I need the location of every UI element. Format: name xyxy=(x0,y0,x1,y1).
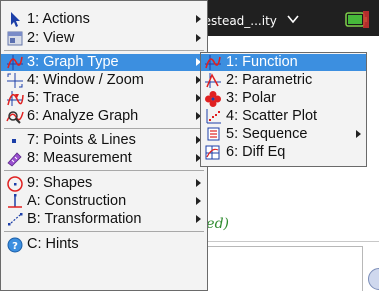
menu-item-label: A: Construction xyxy=(27,193,127,209)
menu-item-label: 9: Shapes xyxy=(27,175,93,191)
cursor-icon xyxy=(11,12,20,27)
menu-item-measurement[interactable]: 8: Measurement xyxy=(1,150,207,167)
menu-item-analyze-graph[interactable]: 6: Analyze Graph xyxy=(1,108,207,125)
menu-item-construction[interactable]: A: Construction xyxy=(1,193,207,210)
svg-text:?: ? xyxy=(12,241,18,252)
submenu-arrow-icon xyxy=(196,197,201,205)
submenu-item-scatter-plot[interactable]: 4: Scatter Plot xyxy=(201,108,366,125)
chevron-down-icon[interactable] xyxy=(287,14,299,24)
submenu-item-label: 4: Scatter Plot xyxy=(226,108,318,124)
window-zoom-icon xyxy=(7,73,23,88)
menu-separator xyxy=(4,170,204,171)
submenu-item-label: 5: Sequence xyxy=(226,126,308,142)
hints-icon: ? xyxy=(7,237,23,253)
construction-icon xyxy=(8,194,22,208)
submenu-item-function[interactable]: 1: Function xyxy=(201,54,366,71)
transformation-icon xyxy=(8,213,23,226)
submenu-item-parametric[interactable]: 2: Parametric xyxy=(201,72,366,89)
menu-item-label: 4: Window / Zoom xyxy=(27,72,144,88)
submenu-arrow-icon xyxy=(196,15,201,23)
menu-item-label: 7: Points & Lines xyxy=(27,132,136,148)
measurement-icon xyxy=(7,152,22,167)
menu-item-hints[interactable]: ? C: Hints xyxy=(1,236,207,253)
submenu-item-label: 2: Parametric xyxy=(226,72,313,88)
menu-item-view[interactable]: 2: View xyxy=(1,30,207,47)
menu-item-points-lines[interactable]: 7: Points & Lines xyxy=(1,132,207,149)
graph-type-submenu: 1: Function 2: Parametric 3: Polar 4: Sc… xyxy=(200,52,367,167)
submenu-item-polar[interactable]: 3: Polar xyxy=(201,90,366,107)
sequence-icon xyxy=(207,127,220,141)
menu-item-label: 3: Graph Type xyxy=(27,54,119,70)
menu-separator xyxy=(4,50,204,51)
menu-item-actions[interactable]: 1: Actions xyxy=(1,11,207,28)
submenu-arrow-icon xyxy=(196,34,201,42)
submenu-item-label: 6: Diff Eq xyxy=(226,144,286,160)
points-lines-icon xyxy=(12,139,16,143)
menu-item-label: 1: Actions xyxy=(27,11,90,27)
menu-item-trace[interactable]: 5: Trace xyxy=(1,90,207,107)
document-title[interactable]: nestead_...ity xyxy=(196,14,277,28)
submenu-arrow-icon xyxy=(196,215,201,223)
diff-eq-icon xyxy=(205,145,220,160)
submenu-item-label: 3: Polar xyxy=(226,90,276,106)
submenu-item-diff-eq[interactable]: 6: Diff Eq xyxy=(201,144,366,161)
menu-separator xyxy=(4,128,204,129)
submenu-arrow-icon xyxy=(356,130,361,138)
main-menu: 1: Actions 2: View 3: Graph Type 4: Wind… xyxy=(0,0,208,291)
menu-item-shapes[interactable]: 9: Shapes xyxy=(1,175,207,192)
submenu-item-label: 1: Function xyxy=(226,54,298,70)
menu-item-window-zoom[interactable]: 4: Window / Zoom xyxy=(1,72,207,89)
menu-item-transformation[interactable]: B: Transformation xyxy=(1,211,207,228)
analyze-graph-icon xyxy=(6,111,24,124)
menu-separator xyxy=(4,231,204,232)
menu-item-label: 2: View xyxy=(27,30,75,46)
scatter-plot-icon xyxy=(206,109,221,124)
graph-type-icon xyxy=(7,55,23,70)
trace-icon xyxy=(7,91,24,106)
submenu-arrow-icon xyxy=(196,179,201,187)
polar-icon xyxy=(205,91,221,107)
menu-item-label: C: Hints xyxy=(27,236,79,252)
shapes-icon xyxy=(7,176,23,192)
menu-item-graph-type[interactable]: 3: Graph Type xyxy=(1,54,207,71)
parametric-icon xyxy=(205,73,221,88)
function-icon xyxy=(205,55,221,70)
view-icon xyxy=(7,31,23,46)
submenu-item-sequence[interactable]: 5: Sequence xyxy=(201,126,366,143)
menu-item-label: B: Transformation xyxy=(27,211,142,227)
battery-icon xyxy=(345,11,369,28)
menu-item-label: 8: Measurement xyxy=(27,150,132,166)
menu-item-label: 6: Analyze Graph xyxy=(27,108,139,124)
menu-item-label: 5: Trace xyxy=(27,90,80,106)
